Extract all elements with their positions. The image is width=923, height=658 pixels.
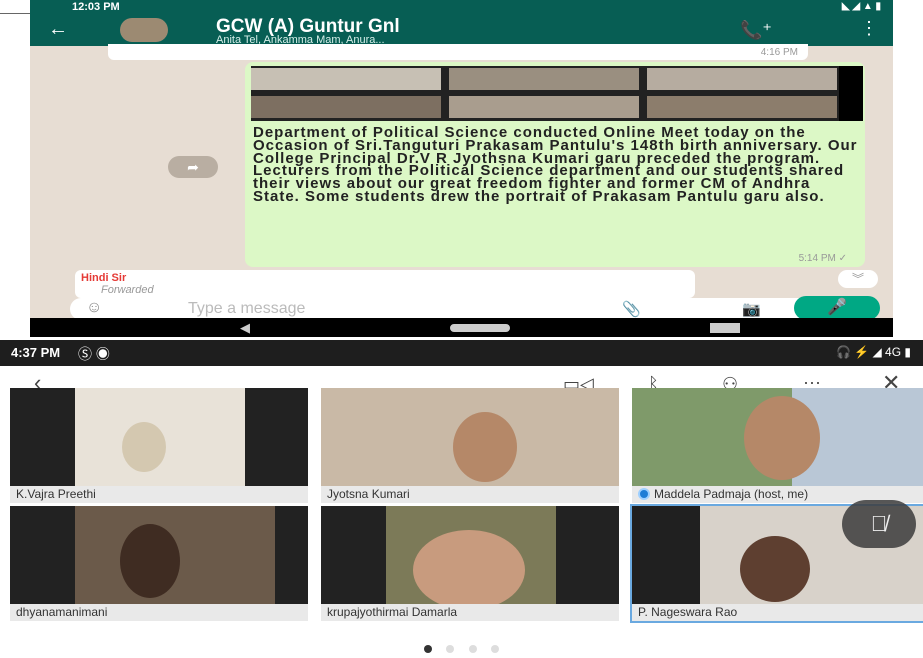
attach-icon[interactable]: 📎 (622, 300, 641, 318)
image-tile (647, 68, 837, 90)
participant-tile[interactable]: Maddela Padmaja (host, me) (632, 388, 923, 503)
participant-name: Jyotsna Kumari (321, 486, 619, 503)
status-time: 12:03 PM (72, 1, 120, 13)
status-icons: ◣ ◢ ▲ ▮ (841, 1, 881, 12)
participant-video (453, 412, 517, 482)
zoom-status-bar: 4:37 PM Ⓢ ◉ 🎧 ⚡ ◢ 4G ▮ (0, 340, 923, 366)
group-avatar[interactable] (120, 18, 168, 42)
message-input[interactable]: Type a message (188, 300, 305, 318)
page-dot[interactable] (468, 645, 477, 653)
host-name: Maddela Padmaja (host, me) (654, 487, 809, 501)
image-tile (251, 96, 441, 118)
participant-video (744, 396, 820, 480)
emoji-icon[interactable]: ☺ (86, 299, 102, 317)
image-sidebar (839, 66, 863, 121)
participant-tile[interactable]: krupajyothirmai Damarla (321, 506, 619, 621)
nav-back-icon[interactable]: ◀ (240, 320, 250, 336)
page-dot-active[interactable] (424, 645, 432, 653)
host-indicator-icon (638, 488, 650, 500)
previous-message: 4:16 PM (108, 44, 808, 60)
camera-icon[interactable]: 📷 (742, 300, 761, 318)
mic-muted-icon[interactable]: 🎙̸ (842, 500, 916, 548)
nav-home-icon[interactable] (450, 324, 510, 332)
image-tile (251, 68, 441, 90)
message-time: 5:14 PM ✓ (798, 253, 847, 264)
chat-header: ← GCW (A) Guntur Gnl Anita Tel, Ankamma … (30, 14, 893, 46)
message-text: Department of Political Science conducte… (253, 124, 858, 205)
forwarded-message[interactable]: Hindi Sir Forwarded (75, 270, 695, 298)
page-indicator[interactable] (424, 640, 509, 658)
participant-name: P. Nageswara Rao (632, 604, 923, 621)
participant-video (413, 530, 525, 610)
nav-bar: ◀ (30, 318, 893, 337)
forward-author: Hindi Sir (81, 272, 127, 284)
arrow-left-icon[interactable]: ← (48, 18, 68, 41)
forwarded-label: Forwarded (101, 284, 154, 296)
divider-line (0, 0, 30, 14)
participant-tile[interactable]: dhyanamanimani (10, 506, 308, 621)
message-bubble[interactable]: Department of Political Science conducte… (245, 62, 865, 267)
participant-name: K.Vajra Preethi (10, 486, 308, 503)
more-icon[interactable]: ⋮ (860, 18, 878, 39)
image-tile (449, 96, 639, 118)
participant-tile[interactable]: K.Vajra Preethi (10, 388, 308, 503)
message-image[interactable] (251, 66, 863, 121)
previous-message-time: 4:16 PM (760, 47, 798, 58)
status-bar: 12:03 PM ◣ ◢ ▲ ▮ (30, 0, 893, 14)
participant-video (120, 524, 180, 598)
participant-video (122, 422, 166, 472)
participant-tile[interactable]: Jyotsna Kumari (321, 388, 619, 503)
image-tile (647, 96, 837, 118)
message-composer[interactable]: ☺ Type a message 📎 📷 (70, 298, 810, 320)
whatsapp-status-icon: Ⓢ ◉ (78, 346, 110, 362)
mic-icon[interactable]: 🎤 (794, 296, 880, 320)
nav-recents-icon[interactable] (710, 323, 740, 333)
zoom-status-icons: 🎧 ⚡ ◢ 4G ▮ (835, 345, 911, 359)
participant-name: krupajyothirmai Damarla (321, 604, 619, 621)
share-forward-icon[interactable]: ➦ (168, 156, 218, 178)
whatsapp-screen: 12:03 PM ◣ ◢ ▲ ▮ ← GCW (A) Guntur Gnl An… (30, 0, 893, 337)
add-call-icon[interactable]: 📞⁺ (740, 20, 772, 41)
page-dot[interactable] (446, 645, 455, 653)
participant-video (740, 536, 810, 602)
image-tile (449, 68, 639, 90)
chevron-down-icon[interactable]: ︾ (838, 270, 878, 288)
page-dot[interactable] (491, 645, 500, 653)
zoom-status-time: 4:37 PM (11, 345, 61, 360)
participant-name: dhyanamanimani (10, 604, 308, 621)
